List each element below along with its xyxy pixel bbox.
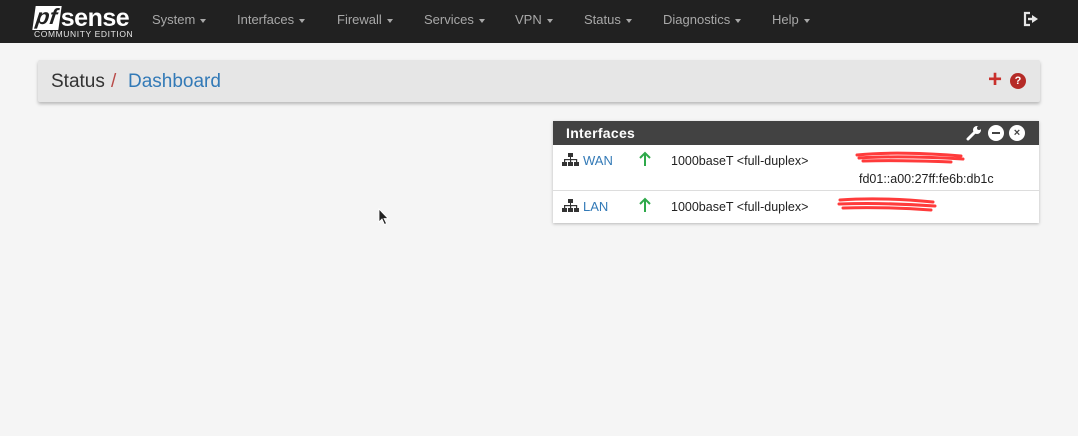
- nav-menu-label: Status: [584, 12, 621, 27]
- nav-menu-system[interactable]: System: [152, 12, 207, 28]
- redaction-scribble: [837, 197, 937, 212]
- interface-row-wan: WAN 1000baseT <full-duplex> fd01::a00:27…: [553, 145, 1039, 191]
- breadcrumb-page-link[interactable]: Dashboard: [128, 71, 221, 93]
- interfaces-widget: Interfaces × WAN 1000baseT <full-duplex>: [553, 121, 1039, 223]
- sitemap-icon: [562, 199, 579, 212]
- nav-menu-diagnostics[interactable]: Diagnostics: [663, 12, 742, 28]
- widget-header: Interfaces ×: [553, 121, 1039, 145]
- caret-down-icon: [546, 18, 553, 23]
- sign-out-icon[interactable]: [1023, 11, 1041, 27]
- interface-media: 1000baseT <full-duplex>: [671, 200, 809, 214]
- interface-ipv6: fd01::a00:27ff:fe6b:db1c: [859, 172, 994, 186]
- caret-down-icon: [386, 18, 393, 23]
- redaction-scribble: [855, 151, 965, 164]
- nav-menu-label: Diagnostics: [663, 12, 731, 27]
- nav-menu-label: System: [152, 12, 196, 27]
- widget-title: Interfaces: [566, 125, 636, 141]
- caret-down-icon: [299, 18, 306, 23]
- arrow-up-icon: [639, 197, 651, 212]
- pfsense-logo[interactable]: pf sense COMMUNITY EDITION: [32, 4, 134, 40]
- caret-down-icon: [478, 18, 485, 23]
- logo-edition: COMMUNITY EDITION: [34, 29, 134, 39]
- breadcrumb-separator: /: [111, 71, 117, 92]
- interface-row-lan: LAN 1000baseT <full-duplex>: [553, 192, 1039, 223]
- logo-wordmark: pf sense: [32, 4, 130, 32]
- wrench-icon[interactable]: [966, 125, 982, 141]
- caret-down-icon: [200, 18, 207, 23]
- nav-menu-vpn[interactable]: VPN: [515, 12, 553, 28]
- close-widget-icon[interactable]: ×: [1009, 125, 1025, 141]
- caret-down-icon: [803, 18, 810, 23]
- nav-menu-status[interactable]: Status: [584, 12, 632, 28]
- minimize-widget-icon[interactable]: [988, 125, 1004, 141]
- nav-menu-label: Services: [424, 12, 474, 27]
- sitemap-icon: [562, 153, 579, 166]
- nav-menu-firewall[interactable]: Firewall: [337, 12, 393, 28]
- arrow-up-icon: [639, 151, 651, 166]
- nav-menu-help[interactable]: Help: [772, 12, 810, 28]
- logo-sense: sense: [60, 4, 130, 32]
- nav-menu-interfaces[interactable]: Interfaces: [237, 12, 306, 28]
- interface-link-wan[interactable]: WAN: [583, 153, 613, 169]
- interface-media: 1000baseT <full-duplex>: [671, 154, 809, 168]
- logo-pf: pf: [32, 4, 62, 30]
- caret-down-icon: [625, 18, 632, 23]
- top-navbar: pf sense COMMUNITY EDITION System Interf…: [0, 0, 1078, 43]
- nav-menu-services[interactable]: Services: [424, 12, 485, 28]
- nav-menu-label: Interfaces: [237, 12, 295, 27]
- add-widget-icon[interactable]: +: [987, 68, 1003, 92]
- breadcrumb: Status / Dashboard + ?: [38, 60, 1040, 102]
- mouse-pointer-icon: [378, 208, 389, 226]
- nav-menu-label: Firewall: [337, 12, 382, 27]
- nav-menu-label: Help: [772, 12, 799, 27]
- caret-down-icon: [735, 18, 742, 23]
- breadcrumb-section: Status: [51, 71, 105, 92]
- interface-link-lan[interactable]: LAN: [583, 199, 608, 215]
- help-icon[interactable]: ?: [1010, 73, 1026, 89]
- nav-menu-label: VPN: [515, 12, 542, 27]
